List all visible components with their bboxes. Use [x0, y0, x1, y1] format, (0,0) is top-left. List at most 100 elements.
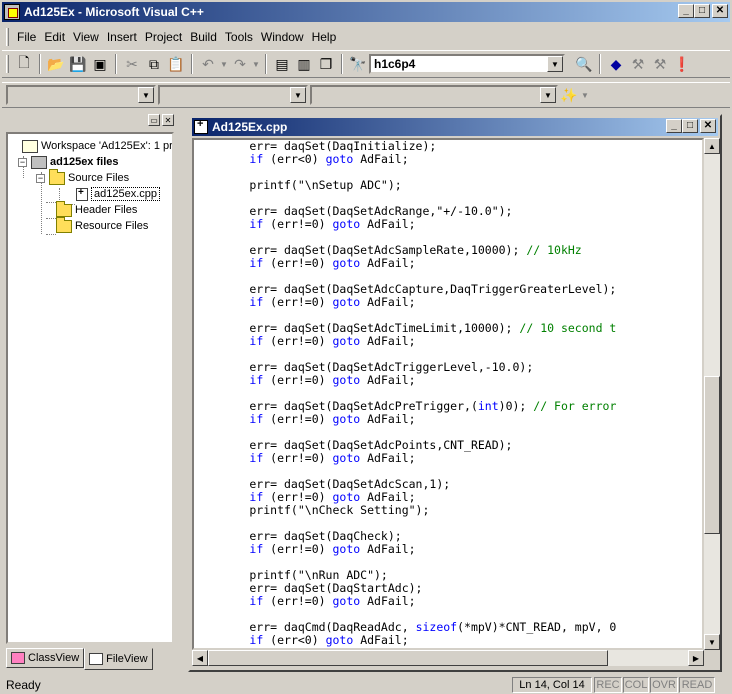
find-combo[interactable]: h1c6p4 ▼: [369, 54, 565, 74]
code-line[interactable]: if (err!=0) goto AdFail;: [194, 452, 616, 465]
app-icon[interactable]: [4, 4, 20, 20]
vertical-scroll-thumb[interactable]: [704, 376, 720, 534]
tree-item-ad125ex-cpp[interactable]: ad125ex.cpp: [76, 186, 160, 202]
build-button[interactable]: ⚒: [627, 53, 649, 75]
close-button[interactable]: ✕: [712, 4, 728, 18]
code-editor[interactable]: err= daqSet(DaqInitialize); if (err<0) g…: [192, 138, 704, 650]
cut-button[interactable]: ✂: [121, 53, 143, 75]
code-line[interactable]: if (err!=0) goto AdFail;: [194, 296, 616, 309]
tree-label-header-files: Header Files: [75, 204, 138, 216]
code-line[interactable]: if (err!=0) goto AdFail;: [194, 374, 616, 387]
compile-icon: ◆: [610, 55, 622, 72]
cpp-file-icon[interactable]: [194, 118, 208, 134]
class-combo-dropdown[interactable]: ▼: [138, 87, 154, 103]
members-combo-dropdown[interactable]: ▼: [540, 87, 556, 103]
save-button[interactable]: 💾: [67, 53, 89, 75]
tree-connector: [46, 234, 56, 235]
compile-button[interactable]: ◆: [605, 53, 627, 75]
toolbar-grip[interactable]: [6, 55, 9, 73]
code-text[interactable]: err= daqSet(DaqInitialize); if (err<0) g…: [194, 140, 616, 648]
menu-window[interactable]: Window: [257, 30, 308, 44]
close-icon: ✕: [703, 120, 713, 131]
menu-file[interactable]: File: [13, 30, 40, 44]
workspace-header: ▭ ✕: [6, 114, 176, 128]
menu-insert[interactable]: Insert: [103, 30, 141, 44]
tree-item-resource-files[interactable]: Resource Files: [56, 216, 148, 234]
scroll-down-button[interactable]: ▼: [704, 634, 720, 650]
code-line[interactable]: printf("\nCheck Setting");: [194, 504, 616, 517]
code-line[interactable]: if (err!=0) goto AdFail;: [194, 543, 616, 556]
wizard-action-button[interactable]: ✨: [558, 84, 580, 106]
size-grip[interactable]: [704, 650, 720, 666]
class-combo[interactable]: ▼: [6, 85, 156, 105]
wizard-action-dropdown[interactable]: ▼: [580, 84, 590, 106]
editor-minimize-button[interactable]: _: [666, 119, 682, 133]
menu-tools[interactable]: Tools: [221, 30, 257, 44]
workspace-close-button[interactable]: ✕: [162, 114, 174, 126]
toolbar-separator: [115, 54, 117, 74]
menu-project[interactable]: Project: [141, 30, 186, 44]
stop-build-button[interactable]: ⚒: [649, 53, 671, 75]
tab-classview[interactable]: ClassView: [6, 648, 85, 668]
redo-button[interactable]: ↷: [229, 53, 251, 75]
redo-icon: ↷: [234, 55, 246, 72]
workspace-restore-button[interactable]: ▭: [148, 114, 160, 126]
redo-dropdown[interactable]: ▼: [251, 53, 261, 75]
find-button[interactable]: 🔍: [573, 53, 595, 75]
menu-edit[interactable]: Edit: [40, 30, 69, 44]
horizontal-scroll-thumb[interactable]: [208, 650, 608, 666]
filter-combo-dropdown[interactable]: ▼: [290, 87, 306, 103]
tab-fileview[interactable]: FileView: [84, 648, 153, 670]
scroll-right-button[interactable]: ▶: [688, 650, 704, 666]
scroll-left-button[interactable]: ◀: [192, 650, 208, 666]
code-line[interactable]: if (err!=0) goto AdFail;: [194, 595, 616, 608]
maximize-button[interactable]: □: [694, 4, 710, 18]
code-line[interactable]: if (err<0) goto AdFail;: [194, 153, 616, 166]
menu-grip[interactable]: [6, 28, 9, 46]
editor-close-button[interactable]: ✕: [700, 119, 716, 133]
minimize-button[interactable]: _: [678, 4, 694, 18]
window-size-grip[interactable]: [716, 678, 730, 692]
code-line[interactable]: if (err!=0) goto AdFail;: [194, 218, 616, 231]
window-list-button[interactable]: ❐: [315, 53, 337, 75]
file-tree[interactable]: Workspace 'Ad125Ex': 1 pro − ad125ex fil…: [6, 132, 174, 644]
collapse-toggle[interactable]: −: [36, 173, 45, 183]
undo-dropdown[interactable]: ▼: [219, 53, 229, 75]
editor-title-bar[interactable]: Ad125Ex.cpp _ □ ✕: [192, 118, 718, 136]
members-combo[interactable]: ▼: [310, 85, 558, 105]
workspace-toggle-button[interactable]: ▤: [271, 53, 293, 75]
scroll-up-button[interactable]: ▲: [704, 138, 720, 154]
status-position-text: Ln 14, Col 14: [519, 679, 585, 691]
paste-button[interactable]: 📋: [165, 53, 187, 75]
tree-item-project[interactable]: − ad125ex files: [18, 154, 119, 170]
code-line[interactable]: printf("\nSetup ADC");: [194, 179, 616, 192]
copy-button[interactable]: ⧉: [143, 53, 165, 75]
filter-combo[interactable]: ▼: [158, 85, 308, 105]
code-line[interactable]: if (err!=0) goto AdFail;: [194, 257, 616, 270]
output-toggle-button[interactable]: ▥: [293, 53, 315, 75]
toolbar-separator: [341, 54, 343, 74]
window-title: Ad125Ex - Microsoft Visual C++: [24, 5, 204, 19]
menu-help[interactable]: Help: [308, 30, 341, 44]
exclamation-icon: ❗: [673, 55, 691, 72]
execute-button[interactable]: ❗: [671, 53, 693, 75]
folder-icon: [56, 216, 72, 233]
code-line[interactable]: if (err!=0) goto AdFail;: [194, 413, 616, 426]
menu-view[interactable]: View: [69, 30, 103, 44]
save-all-button[interactable]: ▣: [89, 53, 111, 75]
tree-item-workspace[interactable]: Workspace 'Ad125Ex': 1 pro: [22, 138, 172, 154]
editor-maximize-button[interactable]: □: [682, 119, 698, 133]
find-combo-dropdown[interactable]: ▼: [547, 56, 563, 72]
tree-item-header-files[interactable]: Header Files: [56, 200, 138, 218]
menu-build[interactable]: Build: [186, 30, 221, 44]
undo-button[interactable]: ↶: [197, 53, 219, 75]
collapse-toggle[interactable]: −: [18, 157, 27, 167]
tree-item-source-files[interactable]: − Source Files: [36, 168, 129, 186]
horizontal-scrollbar[interactable]: ◀ ▶: [192, 650, 704, 666]
code-line[interactable]: if (err!=0) goto AdFail;: [194, 335, 616, 348]
title-bar[interactable]: Ad125Ex - Microsoft Visual C++ _ □ ✕: [2, 2, 730, 22]
new-text-file-button[interactable]: 🗋: [13, 53, 35, 75]
open-button[interactable]: 📂: [45, 53, 67, 75]
find-in-files-button[interactable]: 🔭: [347, 53, 369, 75]
vertical-scrollbar[interactable]: ▲ ▼: [704, 138, 720, 650]
